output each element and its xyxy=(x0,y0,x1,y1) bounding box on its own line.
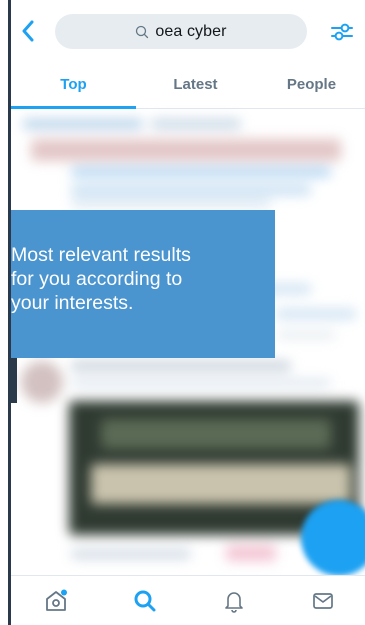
top-bar: oea cyber xyxy=(11,0,365,62)
envelope-icon xyxy=(313,593,334,609)
bell-icon xyxy=(225,592,243,613)
home-icon xyxy=(45,589,67,611)
search-tabs: Top Latest People xyxy=(11,62,365,109)
back-button[interactable] xyxy=(17,18,39,44)
nav-notifications[interactable] xyxy=(190,576,279,625)
chevron-left-icon xyxy=(22,20,34,42)
search-field[interactable]: oea cyber xyxy=(55,14,307,49)
search-icon xyxy=(134,590,156,612)
bottom-navigation xyxy=(11,575,365,625)
tab-people[interactable]: People xyxy=(255,62,365,108)
search-query: oea cyber xyxy=(155,22,227,40)
callout-line-1: Most relevant results xyxy=(11,244,191,266)
nav-messages[interactable] xyxy=(279,576,365,625)
callout-line-3: your interests. xyxy=(11,292,134,314)
search-icon xyxy=(136,25,149,38)
callout-pointer xyxy=(11,358,17,403)
nav-explore[interactable] xyxy=(100,576,189,625)
search-filter-button[interactable] xyxy=(330,20,354,44)
tab-latest[interactable]: Latest xyxy=(136,62,255,108)
tab-top[interactable]: Top xyxy=(11,62,136,109)
phone-screen: oea cyber Top Latest People Most relevan… xyxy=(8,0,365,625)
sliders-icon xyxy=(331,23,353,41)
callout-line-2: for you according to xyxy=(11,268,183,290)
tutorial-callout: Most relevant results for you according … xyxy=(11,210,275,358)
nav-home[interactable] xyxy=(11,576,100,625)
